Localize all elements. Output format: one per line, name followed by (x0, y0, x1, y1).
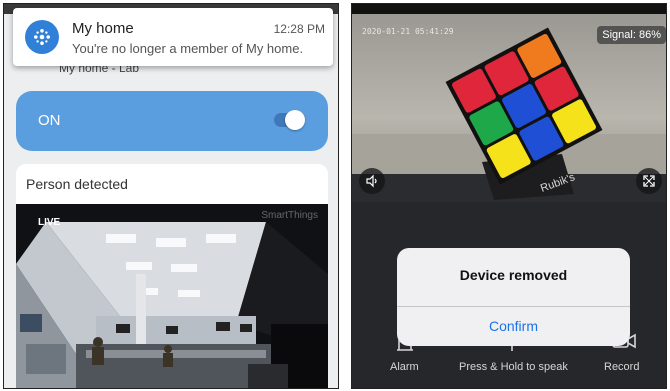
office-scene-image (16, 204, 328, 388)
notification-banner[interactable]: My home 12:28 PM You're no longer a memb… (13, 8, 333, 66)
device-removed-dialog: Device removed Confirm (397, 248, 630, 346)
dialog-title: Device removed (459, 267, 568, 283)
camera-card-title: Person detected (26, 176, 128, 192)
camera-video-view[interactable]: Rubik's 2020-01-21 05:41:29 Signal: 86% (352, 14, 666, 202)
notification-time: 12:28 PM (273, 22, 325, 36)
camera-live-feed[interactable]: LIVE SmartThings (16, 204, 328, 388)
alarm-label: Alarm (390, 361, 419, 373)
power-toggle-card[interactable]: ON (16, 91, 328, 151)
notification-title: My home (72, 20, 134, 37)
video-timestamp: 2020-01-21 05:41:29 (362, 27, 454, 36)
left-screenshot: My home - Lab My home 12:28 PM You're no… (3, 3, 339, 389)
live-badge: LIVE (38, 217, 61, 228)
brand-watermark: SmartThings (261, 210, 318, 221)
smartthings-logo-icon (25, 20, 59, 54)
fullscreen-button[interactable] (636, 168, 662, 194)
record-label: Record (604, 361, 640, 373)
speaker-icon (366, 174, 377, 188)
push-to-talk-label: Press & Hold to speak (459, 361, 568, 373)
signal-strength-badge: Signal: 86% (597, 26, 666, 44)
toggle-state-label: ON (38, 112, 61, 129)
confirm-button[interactable]: Confirm (397, 307, 630, 346)
toggle-knob (285, 110, 305, 130)
mute-button[interactable] (359, 168, 385, 194)
power-toggle-switch[interactable] (274, 110, 305, 130)
fullscreen-icon (643, 175, 655, 187)
status-bar (352, 4, 666, 14)
camera-event-card[interactable]: Person detected LIVE SmartThings (16, 164, 328, 388)
right-screenshot: Rubik's 2020-01-21 05:41:29 Signal: 86% (351, 3, 667, 389)
notification-message: You're no longer a member of My home. (72, 41, 304, 56)
